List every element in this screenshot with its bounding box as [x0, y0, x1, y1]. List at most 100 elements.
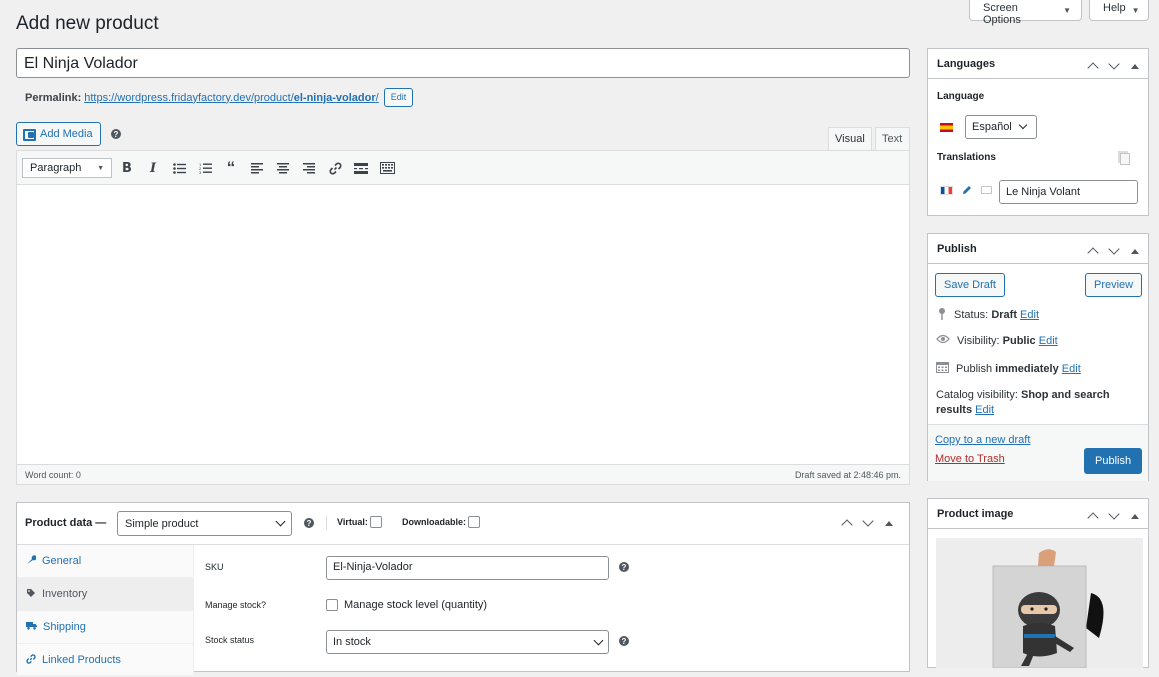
- save-draft-button[interactable]: Save Draft: [935, 273, 1005, 297]
- product-data-controls: [841, 515, 893, 531]
- visibility-edit-link[interactable]: Edit: [1039, 335, 1058, 347]
- virtual-label: Virtual:: [337, 517, 368, 527]
- language-select[interactable]: Español: [965, 115, 1037, 139]
- screen-options-button[interactable]: Screen Options ▼: [969, 0, 1082, 26]
- wrench-icon: [26, 554, 37, 568]
- product-image-thumbnail[interactable]: [936, 538, 1143, 668]
- help-icon[interactable]: ?: [619, 562, 629, 572]
- collapse-icon[interactable]: [1131, 513, 1139, 519]
- catalog-visibility-value-cont: results: [936, 404, 973, 416]
- language-select-value: Español: [972, 121, 1012, 133]
- link-icon[interactable]: [327, 160, 343, 176]
- collapse-icon[interactable]: [885, 520, 893, 526]
- editor-toolbar: Paragraph ▼ B I 123 “: [17, 151, 909, 185]
- read-more-icon[interactable]: [353, 160, 369, 176]
- collapse-icon[interactable]: [1131, 248, 1139, 254]
- editor-content-area[interactable]: [17, 185, 909, 465]
- visibility-value: Public: [1002, 334, 1036, 347]
- product-tab-inventory[interactable]: Inventory: [17, 578, 193, 611]
- format-select[interactable]: Paragraph ▼: [22, 158, 112, 178]
- product-title-input[interactable]: El Ninja Volador: [16, 48, 910, 78]
- align-left-icon[interactable]: [249, 160, 265, 176]
- product-type-select[interactable]: Simple product: [117, 511, 292, 536]
- downloadable-label: Downloadable:: [402, 517, 467, 527]
- stock-status-select[interactable]: In stock: [326, 630, 609, 654]
- publish-button[interactable]: Publish: [1084, 448, 1143, 474]
- product-tab-linked-products[interactable]: Linked Products: [17, 644, 193, 677]
- product-data-title: Product data —: [25, 517, 107, 529]
- product-image-header: Product image: [928, 499, 1148, 529]
- spain-flag-icon: [940, 123, 953, 132]
- align-right-icon[interactable]: [301, 160, 317, 176]
- caret-down-icon: ▼: [97, 164, 104, 172]
- word-count: Word count: 0: [25, 469, 81, 480]
- bullet-list-icon[interactable]: [171, 160, 187, 176]
- eye-icon: [936, 334, 950, 347]
- product-image-title: Product image: [937, 508, 1014, 520]
- truck-icon: [26, 621, 37, 633]
- move-down-icon[interactable]: [862, 515, 874, 527]
- move-up-icon[interactable]: [1087, 62, 1099, 74]
- publish-date-edit-link[interactable]: Edit: [1062, 363, 1081, 375]
- product-tab-general[interactable]: General: [17, 545, 193, 578]
- numbered-list-icon[interactable]: 123: [197, 160, 213, 176]
- help-button[interactable]: Help ▼: [1089, 0, 1149, 21]
- sku-input[interactable]: El-Ninja-Volador: [326, 556, 609, 580]
- move-down-icon[interactable]: [1108, 243, 1120, 255]
- languages-controls: [1087, 58, 1139, 74]
- move-to-trash-link[interactable]: Move to Trash: [935, 453, 1005, 465]
- blockquote-icon[interactable]: “: [223, 158, 239, 177]
- virtual-checkbox[interactable]: [369, 516, 382, 528]
- translation-fr-input[interactable]: Le Ninja Volant: [999, 180, 1138, 204]
- help-icon[interactable]: ?: [111, 129, 121, 139]
- catalog-visibility-row: Catalog visibility: Shop and search resu…: [936, 388, 1136, 418]
- pin-icon: [937, 307, 947, 323]
- duplicate-icon[interactable]: [1120, 153, 1130, 165]
- publish-actions: Copy to a new draft Move to Trash Publis…: [928, 424, 1148, 481]
- manage-stock-option: Manage stock level (quantity): [326, 599, 487, 611]
- product-tab-label: Linked Products: [42, 654, 121, 666]
- permalink-link[interactable]: https://wordpress.fridayfactory.dev/prod…: [84, 92, 378, 104]
- caret-down-icon: ▼: [1131, 6, 1140, 15]
- content-editor: Paragraph ▼ B I 123 “ Word count: 0 Draf…: [16, 150, 910, 485]
- tab-visual[interactable]: Visual: [828, 127, 872, 151]
- language-label: Language: [937, 91, 985, 102]
- help-icon[interactable]: ?: [304, 518, 314, 528]
- downloadable-checkbox[interactable]: [468, 516, 481, 528]
- pencil-icon[interactable]: [961, 184, 973, 199]
- move-down-icon[interactable]: [1108, 508, 1120, 520]
- move-up-icon[interactable]: [1087, 247, 1099, 259]
- preview-button[interactable]: Preview: [1085, 273, 1143, 297]
- manage-stock-label: Manage stock?: [205, 600, 267, 610]
- move-down-icon[interactable]: [1108, 58, 1120, 70]
- publish-controls: [1087, 243, 1139, 259]
- italic-icon[interactable]: I: [145, 160, 161, 176]
- product-tab-label: Shipping: [43, 621, 86, 633]
- move-up-icon[interactable]: [841, 519, 853, 531]
- manage-stock-description: Manage stock level (quantity): [344, 599, 488, 611]
- product-tab-shipping[interactable]: Shipping: [17, 611, 193, 644]
- product-type-value: Simple product: [125, 517, 199, 530]
- align-center-icon[interactable]: [275, 160, 291, 176]
- manage-stock-checkbox[interactable]: [326, 599, 338, 611]
- editor-statusbar: Word count: 0 Draft saved at 2:48:46 pm.: [17, 464, 909, 484]
- publish-date-label: Publish: [956, 362, 993, 375]
- copy-to-draft-link[interactable]: Copy to a new draft: [935, 434, 1030, 446]
- add-media-button[interactable]: Add Media: [16, 122, 101, 146]
- bold-icon[interactable]: B: [119, 160, 135, 176]
- help-icon[interactable]: ?: [619, 636, 629, 646]
- toolbar-toggle-icon[interactable]: [379, 160, 395, 176]
- languages-box: Languages Language Español Translations …: [927, 48, 1149, 216]
- tab-text[interactable]: Text: [875, 127, 910, 151]
- svg-text:3: 3: [199, 170, 202, 174]
- edit-translation-icon[interactable]: [981, 186, 992, 194]
- permalink-edit-button[interactable]: Edit: [383, 88, 414, 107]
- product-tab-label: Inventory: [42, 588, 88, 600]
- move-up-icon[interactable]: [1087, 512, 1099, 524]
- screen-options-label: Screen Options: [983, 2, 1021, 26]
- status-edit-link[interactable]: Edit: [1020, 309, 1039, 321]
- catalog-visibility-edit-link[interactable]: Edit: [975, 404, 994, 416]
- collapse-icon[interactable]: [1131, 63, 1139, 69]
- product-data-tabs: General Inventory Shipping Linked Produc…: [17, 545, 194, 677]
- sku-label: SKU: [205, 562, 224, 572]
